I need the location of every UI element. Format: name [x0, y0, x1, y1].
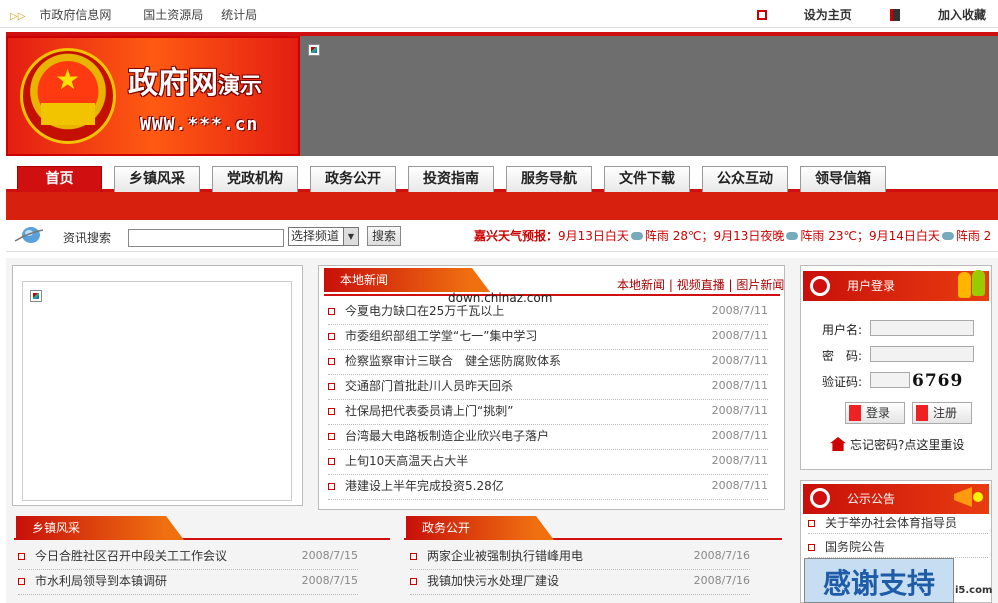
- bullet-icon: [328, 358, 335, 365]
- top-actions: 设为主页 加入收藏: [723, 6, 986, 23]
- home-icon: [756, 10, 767, 20]
- news-links: 本地新闻 | 视频直播 | 图片新闻: [617, 278, 785, 292]
- township-item[interactable]: 今日合胜社区召开中段关工工作会议 2008/7/15: [18, 545, 358, 570]
- captcha-input[interactable]: [870, 372, 910, 388]
- township-title: 乡镇风采: [16, 516, 184, 540]
- set-home-link[interactable]: 设为主页: [756, 8, 852, 22]
- bullet-icon: [328, 333, 335, 340]
- register-button[interactable]: 注册: [912, 402, 972, 424]
- username-label: 用户名:: [822, 323, 863, 337]
- announcement-item[interactable]: 国务院公告: [808, 538, 988, 558]
- quick-link-3[interactable]: 统计局: [221, 8, 257, 22]
- password-input[interactable]: [870, 346, 974, 362]
- house-icon: [830, 437, 846, 451]
- news-link-video[interactable]: 视频直播: [677, 278, 725, 292]
- search-button[interactable]: 搜索: [367, 226, 401, 246]
- bullet-icon: [808, 544, 815, 551]
- username-input[interactable]: [870, 320, 974, 336]
- search-label: 资讯搜索: [63, 231, 112, 245]
- affairs-item[interactable]: 我镇加快污水处理厂建设 2008/7/16: [410, 570, 750, 595]
- tab-service[interactable]: 服务导航: [506, 166, 592, 192]
- captcha-image: 6769: [912, 371, 972, 391]
- quick-link-2[interactable]: 国土资源局: [143, 8, 203, 22]
- weather-ticker: 嘉兴天气预报：9月13日白天 阵雨 28℃；9月13日夜晚 阵雨 23℃；9月14日…: [474, 229, 992, 243]
- bullet-icon: [328, 308, 335, 315]
- quick-links: ▷▷ 市政府信息网 国土资源局 统计局: [10, 6, 271, 23]
- affairs-item[interactable]: 两家企业被强制执行错峰用电 2008/7/16: [410, 545, 750, 570]
- news-item[interactable]: 交通部门首批赴川人员昨天回杀 2008/7/11: [328, 375, 768, 400]
- search-input[interactable]: [128, 229, 284, 247]
- feature-image-frame[interactable]: [22, 281, 292, 501]
- swirl-icon: [810, 276, 830, 296]
- news-item[interactable]: 上旬10天高温天占大半 2008/7/11: [328, 450, 768, 475]
- users-icon: [958, 270, 988, 298]
- captcha-label: 验证码:: [822, 375, 863, 389]
- tab-mailbox[interactable]: 领导信箱: [800, 166, 886, 192]
- news-link-photo[interactable]: 图片新闻: [736, 278, 784, 292]
- double-arrow-icon: ▷▷: [10, 11, 26, 22]
- add-favorite-link[interactable]: 加入收藏: [889, 8, 986, 22]
- news-item[interactable]: 港建设上半年完成投资5.28亿 2008/7/11: [328, 475, 768, 500]
- news-item[interactable]: 检察监察审计三联合 健全惩防腐败体系 2008/7/11: [328, 350, 768, 375]
- swirl-icon: [810, 488, 830, 508]
- globe-icon: [14, 227, 44, 243]
- news-link-local[interactable]: 本地新闻: [617, 278, 665, 292]
- tab-township[interactable]: 乡镇风采: [114, 166, 200, 192]
- bullet-icon: [328, 483, 335, 490]
- site-logo-small: i5.com: [955, 585, 993, 596]
- bullet-icon: [328, 458, 335, 465]
- rain-cloud-icon: [941, 232, 954, 240]
- tab-home[interactable]: 首页: [17, 166, 102, 192]
- logo-title: 政府网演示: [128, 66, 263, 101]
- logo-url: WWW.***.cn: [140, 114, 259, 135]
- chevron-down-icon: ▼: [343, 228, 358, 245]
- password-label: 密 码:: [822, 349, 863, 363]
- channel-select[interactable]: 选择频道 ▼: [288, 227, 359, 246]
- top-bar: ▷▷ 市政府信息网 国土资源局 统计局 设为主页 加入收藏: [0, 0, 998, 28]
- bullet-icon: [18, 578, 25, 585]
- bullet-icon: [410, 578, 417, 585]
- bullet-icon: [328, 383, 335, 390]
- thanks-banner[interactable]: 感谢支持: [804, 558, 954, 603]
- forgot-password-link[interactable]: 忘记密码?点这里重设: [830, 436, 964, 453]
- bookmark-icon: [889, 9, 900, 21]
- news-item[interactable]: 今夏电力缺口在25万千瓦以上 2008/7/11: [328, 300, 768, 325]
- tab-party-org[interactable]: 党政机构: [212, 166, 298, 192]
- broken-image-icon: [30, 290, 42, 302]
- tab-affairs[interactable]: 政务公开: [310, 166, 396, 192]
- bullet-icon: [18, 553, 25, 560]
- announcement-item[interactable]: 关于举办社会体育指导员: [808, 514, 988, 534]
- news-item[interactable]: 台湾最大电路板制造企业欣兴电子落户 2008/7/11: [328, 425, 768, 450]
- national-emblem-icon: ★: [20, 48, 116, 144]
- township-item[interactable]: 市水利局领导到本镇调研 2008/7/15: [18, 570, 358, 595]
- megaphone-icon: [950, 484, 988, 510]
- tab-downloads[interactable]: 文件下载: [604, 166, 690, 192]
- rain-cloud-icon: [630, 232, 643, 240]
- bullet-icon: [808, 520, 815, 527]
- bullet-icon: [328, 433, 335, 440]
- affairs-title: 政务公开: [406, 516, 554, 540]
- tab-investment[interactable]: 投资指南: [408, 166, 494, 192]
- bullet-icon: [328, 408, 335, 415]
- rain-cloud-icon: [786, 232, 799, 240]
- tab-public[interactable]: 公众互动: [702, 166, 788, 192]
- news-item[interactable]: 社保局把代表委员请上门“挑刺” 2008/7/11: [328, 400, 768, 425]
- nav-red-band: [6, 192, 998, 220]
- local-news-title: 本地新闻: [324, 268, 490, 292]
- bullet-icon: [410, 553, 417, 560]
- quick-link-1[interactable]: ▷▷ 市政府信息网: [10, 8, 125, 22]
- broken-image-icon: [308, 44, 320, 56]
- news-item[interactable]: 市委组织部组工学堂“七一”集中学习 2008/7/11: [328, 325, 768, 350]
- login-button[interactable]: 登录: [845, 402, 905, 424]
